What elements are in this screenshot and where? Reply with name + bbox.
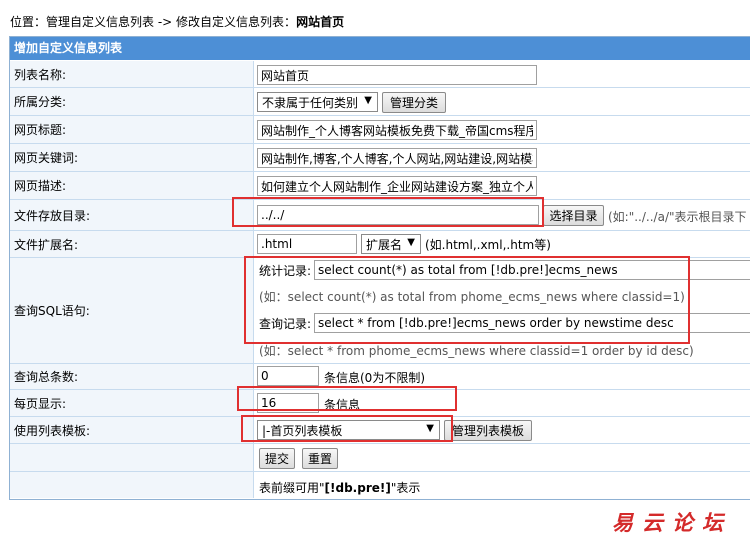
extension-selected: 扩展名 [366,237,403,252]
row-list-name: 列表名称: [10,61,750,87]
label-list-name: 列表名称: [10,61,254,87]
choose-directory-button[interactable]: 选择目录 [543,205,604,226]
breadcrumb-prefix: 位置： [10,15,47,29]
keywords-input[interactable] [257,148,537,168]
label-sql: 查询SQL语句: [10,258,254,363]
label-template: 使用列表模板: [10,417,254,443]
list-name-input[interactable] [257,65,537,85]
row-page-title: 网页标题: [10,116,750,143]
label-actions-empty [10,444,254,471]
query-hint: (如：select * from phome_ecms_news where c… [259,344,694,358]
breadcrumb-current: 网站首页 [296,15,345,29]
breadcrumb: 位置：管理自定义信息列表 -> 修改自定义信息列表：网站首页 [10,13,344,30]
panel-title: 增加自定义信息列表 [10,37,750,60]
reset-button[interactable]: 重置 [302,448,338,469]
row-actions: 提交 重置 [10,444,750,471]
chevron-down-icon: ▼ [364,95,372,106]
footer-note-code: [!db.pre!] [324,481,391,495]
breadcrumb-link-manage-list[interactable]: 管理自定义信息列表 [46,15,154,29]
page-title-input[interactable] [257,120,537,140]
highlight-template [241,415,453,442]
highlight-per-page [237,386,457,411]
row-footer-note: 表前缀可用"[!db.pre!]"表示 [10,472,750,498]
footer-note: 表前缀可用"[!db.pre!]"表示 [259,479,420,496]
directory-hint: (如:"../../a/"表示根目录下 [608,210,747,224]
row-extension: 文件扩展名: 扩展名 ▼ (如.html,.xml,.htm等) [10,231,750,257]
extension-select[interactable]: 扩展名 ▼ [361,234,421,254]
highlight-sql [244,256,690,344]
category-selected: 不隶属于任何类别 [262,95,359,110]
manage-category-button[interactable]: 管理分类 [382,92,446,113]
row-keywords: 网页关键词: [10,144,750,171]
watermark-logo: 易云论坛 [612,510,732,535]
breadcrumb-separator: -> [154,15,177,29]
total-suffix: 条信息(0为不限制) [324,371,425,385]
extension-hint: (如.html,.xml,.htm等) [425,238,551,252]
total-input[interactable] [257,366,319,386]
label-extension: 文件扩展名: [10,231,254,257]
label-category: 所属分类: [10,88,254,115]
category-select[interactable]: 不隶属于任何类别 ▼ [257,92,378,112]
label-description: 网页描述: [10,172,254,199]
footer-note-after: "表示 [390,481,421,495]
breadcrumb-middle: 修改自定义信息列表： [176,15,297,29]
label-directory: 文件存放目录: [10,200,254,230]
description-input[interactable] [257,176,537,196]
highlight-directory [232,197,544,227]
row-category: 所属分类: 不隶属于任何类别 ▼ 管理分类 [10,88,750,115]
label-per-page: 每页显示: [10,390,254,416]
label-page-title: 网页标题: [10,116,254,143]
manage-template-button[interactable]: 管理列表模板 [444,420,532,441]
label-total: 查询总条数: [10,364,254,389]
chevron-down-icon: ▼ [407,237,415,248]
label-footer-empty [10,472,254,498]
submit-button[interactable]: 提交 [259,448,295,469]
row-description: 网页描述: [10,172,750,199]
extension-input[interactable] [257,234,357,254]
footer-note-before: 表前缀可用" [259,481,325,495]
label-keywords: 网页关键词: [10,144,254,171]
